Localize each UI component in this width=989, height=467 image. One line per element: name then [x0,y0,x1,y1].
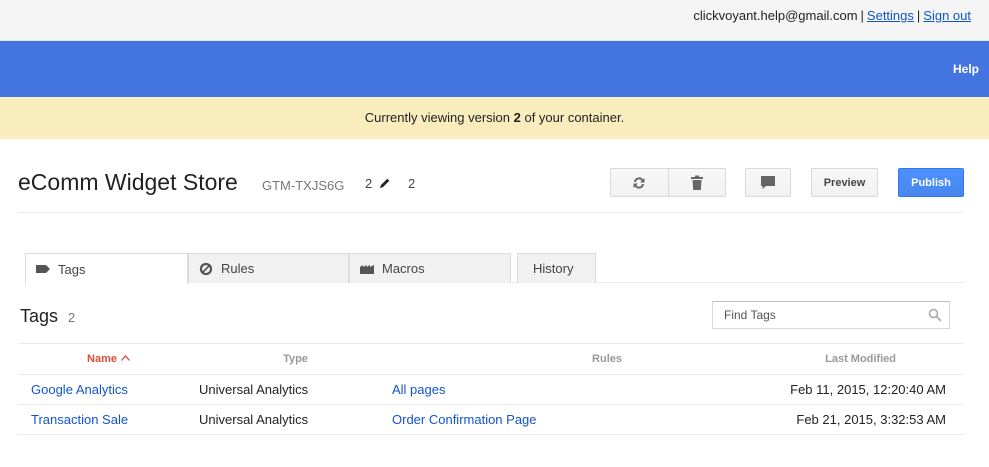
tag-type-cell: Universal Analytics [199,404,392,435]
container-name: eComm Widget Store [18,169,238,195]
find-tags-search [712,301,950,329]
section-title: Tags [20,306,59,326]
account-email: clickvoyant.help@gmail.com [693,8,858,23]
tab-label: Tags [58,261,86,277]
tab-bar: Tags Rules Macros History [25,253,964,284]
pencil-icon[interactable] [379,177,391,189]
tag-type-cell: Universal Analytics [199,374,392,405]
action-button-group [610,168,726,197]
version-edit[interactable]: 2 [365,176,391,191]
tab-history[interactable]: History [517,253,596,283]
tab-label: Rules [221,261,255,276]
refresh-button[interactable] [611,169,668,196]
table-header-row: Name Type Rules Last Modified [18,343,964,375]
version-number: 2 [365,176,373,191]
trash-icon [690,175,703,190]
tab-label: Macros [382,261,425,276]
comment-button[interactable] [745,168,791,197]
tab-macros[interactable]: Macros [349,253,511,283]
version-count: 2 [408,176,416,191]
table-row: Google Analytics Universal Analytics All… [18,374,964,405]
column-header-name[interactable]: Name [18,343,199,375]
comment-icon [761,176,775,189]
macros-icon [360,264,374,274]
tab-rules[interactable]: Rules [188,253,349,283]
tag-rule-cell: All pages [392,374,622,405]
notice-version: 2 [513,110,521,125]
tag-rule-link[interactable]: All pages [392,382,445,397]
tab-label: History [533,261,574,276]
tag-rule-link[interactable]: Order Confirmation Page [392,412,537,427]
delete-button[interactable] [667,169,726,196]
top-account-bar: clickvoyant.help@gmail.com | Settings | Sign… [0,0,989,41]
help-link[interactable]: Help [953,62,979,76]
refresh-icon [633,176,645,189]
table-row: Transaction Sale Universal Analytics Ord… [18,404,964,435]
tag-name-cell: Transaction Sale [18,404,199,435]
notice-suffix: of your container. [520,110,625,125]
tag-icon [36,265,50,273]
find-tags-input[interactable] [713,302,913,328]
column-header-rules[interactable]: Rules [392,343,622,375]
rules-icon [199,262,213,275]
sign-out-link[interactable]: Sign out [923,8,971,23]
section-count: 2 [68,310,76,325]
tag-modified-cell: Feb 21, 2015, 3:32:53 AM [622,404,964,435]
tags-table: Name Type Rules Last Modified Google Ana… [18,343,964,435]
publish-button[interactable]: Publish [898,168,964,197]
tag-rule-cell: Order Confirmation Page [392,404,622,435]
column-header-type[interactable]: Type [199,343,392,375]
search-icon[interactable] [928,308,942,322]
separator: | [860,8,864,23]
tab-tags[interactable]: Tags [25,253,188,284]
tag-name-link[interactable]: Google Analytics [31,382,128,397]
app-header-bar: Help [0,41,989,97]
container-header: eComm Widget Store GTM-TXJS6G 2 2 Previe… [18,159,964,213]
preview-button[interactable]: Preview [811,168,878,197]
notice-prefix: Currently viewing version [364,110,514,125]
tag-name-link[interactable]: Transaction Sale [31,412,128,427]
account-links: clickvoyant.help@gmail.com | Settings | Sign… [693,8,971,23]
tag-name-cell: Google Analytics [18,374,199,405]
column-header-last-modified[interactable]: Last Modified [622,343,964,375]
container-id: GTM-TXJS6G [262,178,345,193]
version-notice-banner: Currently viewing version 2 of your cont… [0,97,989,139]
settings-link[interactable]: Settings [867,8,914,23]
separator: | [916,8,921,23]
tag-modified-cell: Feb 11, 2015, 12:20:40 AM [622,374,964,405]
sort-ascending-icon [120,355,130,361]
